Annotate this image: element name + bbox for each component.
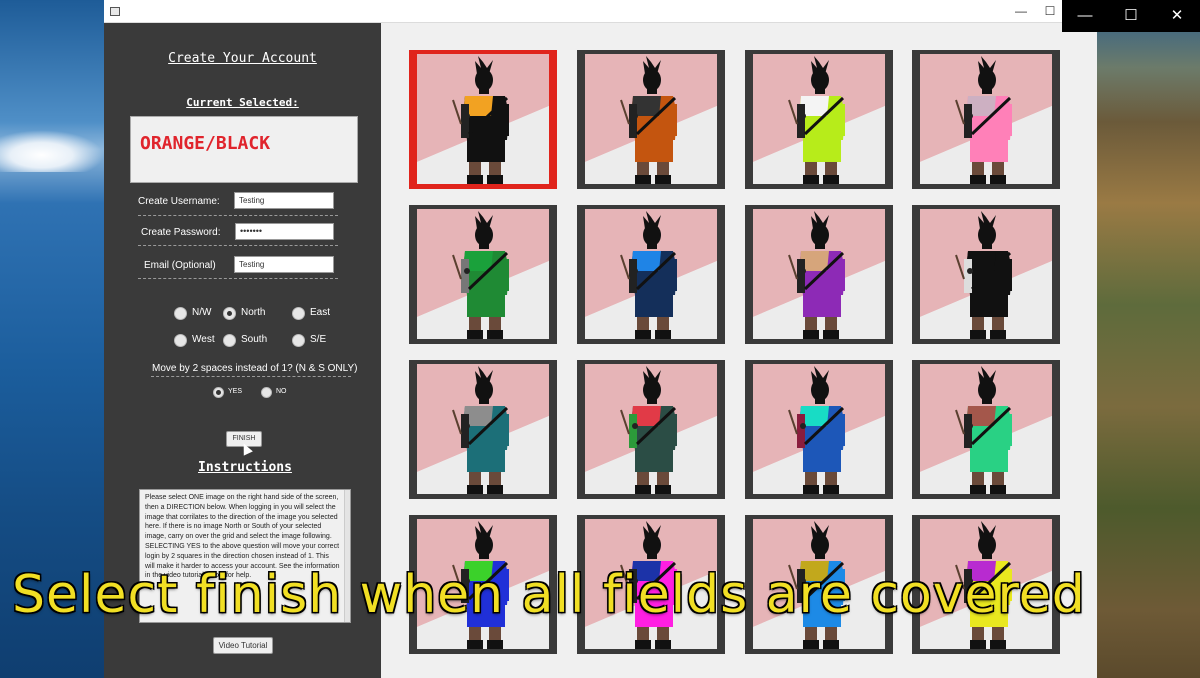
divider: [151, 376, 351, 377]
email-row: Email (Optional) Testing: [138, 256, 338, 278]
character-image: [920, 54, 1052, 184]
character-image: [753, 209, 885, 339]
divider: [138, 245, 338, 246]
video-tutorial-button[interactable]: Video Tutorial: [213, 637, 273, 654]
image-tile-green-gray[interactable]: [409, 205, 557, 344]
character-image: [585, 54, 717, 184]
wallpaper-cloud: [0, 130, 104, 172]
system-maximize-button[interactable]: ☐: [1108, 0, 1154, 32]
desktop-wallpaper-right: [1097, 0, 1200, 678]
image-tile-pink-lilac[interactable]: [912, 50, 1060, 189]
radio-dot: [174, 334, 187, 347]
image-tile-black-orange[interactable]: [577, 50, 725, 189]
radio-label: West: [192, 334, 215, 345]
username-label: Create Username:: [138, 196, 220, 207]
page-title: Create Your Account: [168, 51, 317, 66]
image-tile-brown-mint[interactable]: [912, 360, 1060, 499]
radio-label: South: [241, 334, 268, 345]
password-input[interactable]: •••••••: [235, 223, 334, 240]
radio-dot: [292, 334, 305, 347]
divider: [138, 278, 338, 279]
video-caption: Select finish when all fields are covere…: [12, 565, 1086, 625]
character-image: [585, 364, 717, 494]
image-tile-orange-black[interactable]: [409, 50, 557, 189]
character-image: [417, 209, 549, 339]
character-image: [920, 364, 1052, 494]
current-selected-value: ORANGE/BLACK: [140, 133, 271, 154]
image-tile-gray-teal[interactable]: [409, 360, 557, 499]
radio-dot: [292, 307, 305, 320]
radio-dot: [223, 334, 236, 347]
current-selected-label: Current Selected:: [186, 96, 299, 109]
radio-dot-selected: [223, 307, 236, 320]
radio-label: YES: [228, 388, 243, 395]
radio-dot: [174, 307, 187, 320]
character-image: [753, 364, 885, 494]
character-image: [417, 54, 549, 184]
character-image: [585, 209, 717, 339]
radio-dot: [261, 387, 272, 398]
character-image: [920, 209, 1052, 339]
username-row: Create Username: Testing: [138, 192, 338, 214]
radio-label: North: [241, 307, 266, 318]
password-row: Create Password: •••••••: [138, 223, 338, 245]
image-tile-aqua-blue[interactable]: [745, 360, 893, 499]
radio-label: East: [310, 307, 331, 318]
system-minimize-button[interactable]: —: [1062, 0, 1108, 32]
email-input[interactable]: Testing: [234, 256, 334, 273]
move-two-spaces-label: Move by 2 spaces instead of 1? (N & S ON…: [152, 363, 358, 374]
image-tile-white-black[interactable]: [912, 205, 1060, 344]
character-image: [753, 54, 885, 184]
current-selected-box: ORANGE/BLACK: [130, 116, 358, 183]
radio-label: N/W: [192, 307, 212, 318]
system-window-controls: — ☐ ✕: [1062, 0, 1200, 32]
window-maximize-button[interactable]: ☐: [1038, 2, 1062, 20]
divider: [138, 215, 338, 216]
character-image: [417, 364, 549, 494]
image-tile-tan-purple[interactable]: [745, 205, 893, 344]
app-icon: [110, 7, 120, 16]
password-label: Create Password:: [141, 227, 221, 238]
system-close-button[interactable]: ✕: [1154, 0, 1200, 32]
window-minimize-button[interactable]: —: [1009, 2, 1033, 20]
radio-label: NO: [276, 388, 287, 395]
window-titlebar: — ☐: [104, 0, 1097, 23]
image-tile-blue-navy[interactable]: [577, 205, 725, 344]
radio-dot-selected: [213, 387, 224, 398]
radio-label: S/E: [310, 334, 327, 345]
username-input[interactable]: Testing: [234, 192, 334, 209]
image-tile-white-lime[interactable]: [745, 50, 893, 189]
image-tile-red-darkteal[interactable]: [577, 360, 725, 499]
instructions-title: Instructions: [198, 460, 292, 475]
email-label: Email (Optional): [144, 260, 216, 271]
